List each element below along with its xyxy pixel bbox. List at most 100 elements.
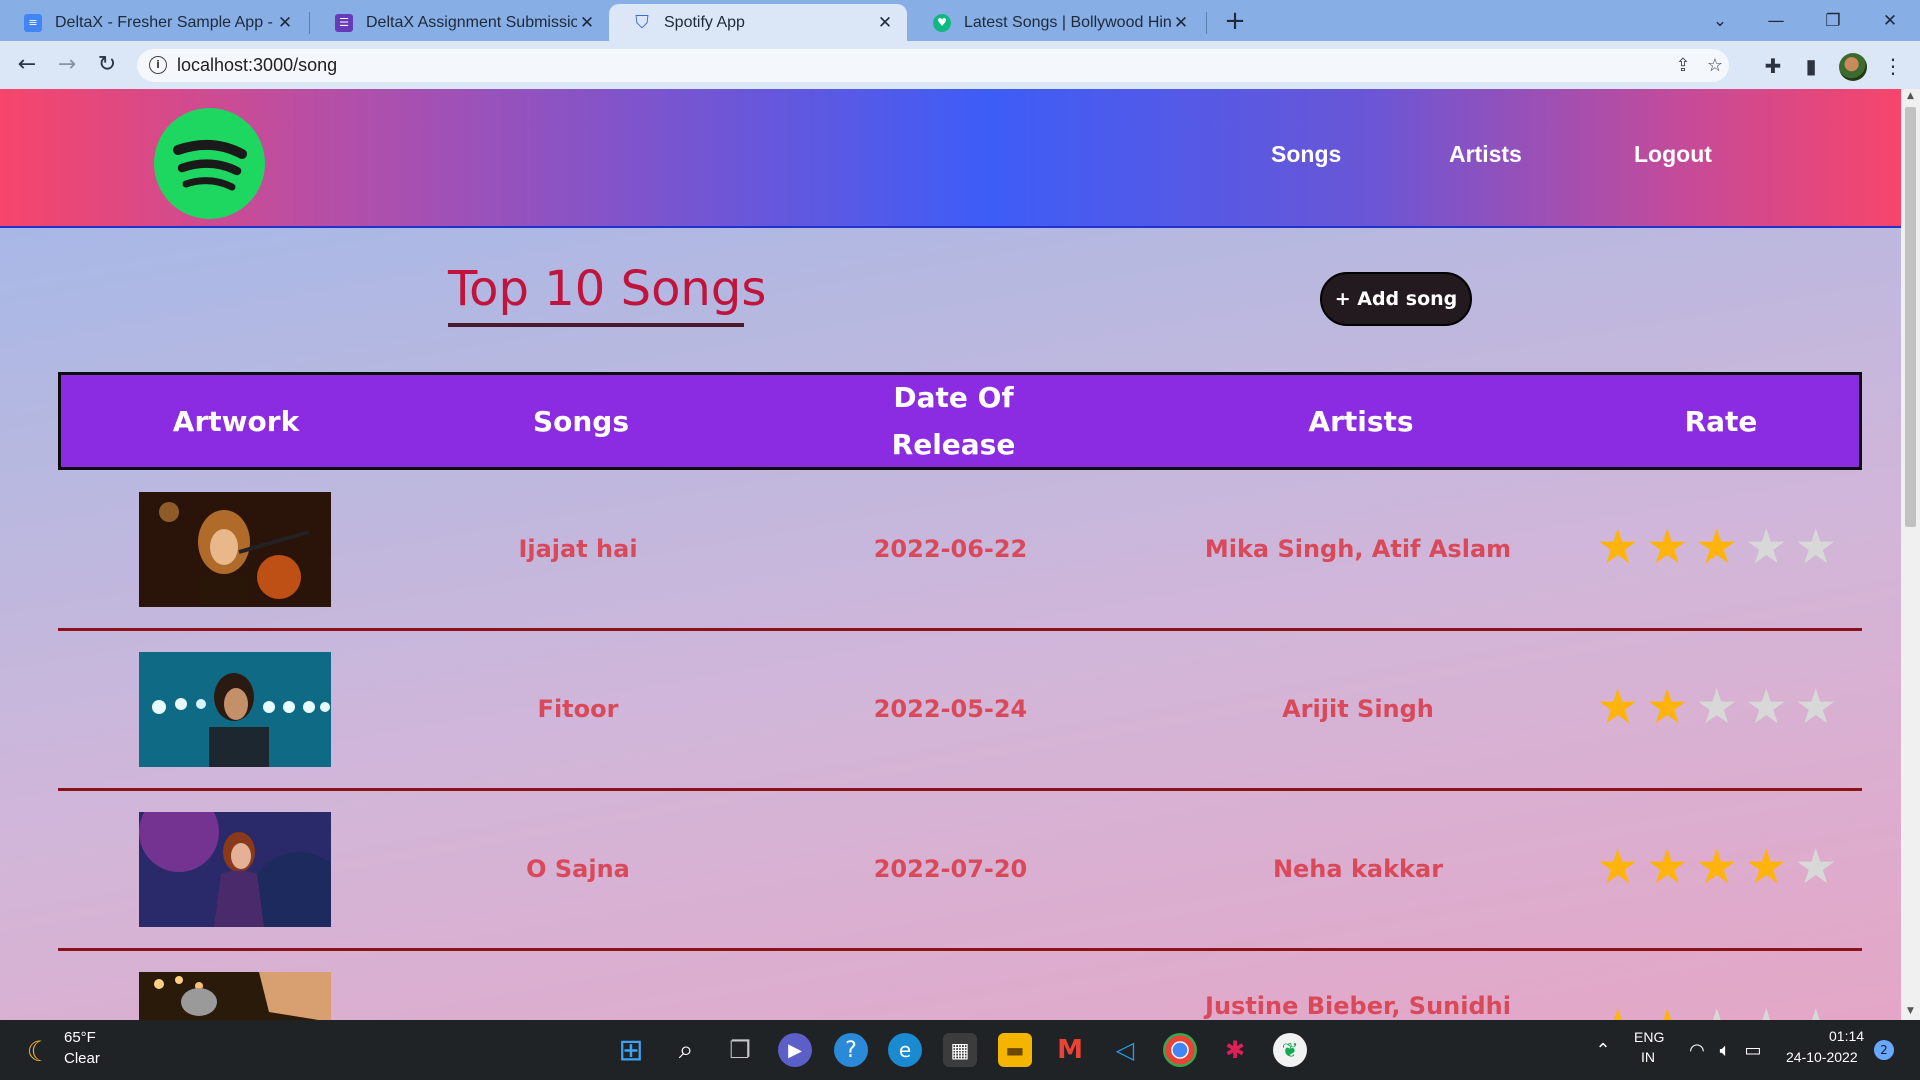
star-filled-icon[interactable]: ★ xyxy=(1643,682,1693,732)
row-divider xyxy=(58,948,1862,951)
slack-icon[interactable]: ✱ xyxy=(1218,1033,1252,1067)
scroll-up-arrow-icon[interactable]: ▲ xyxy=(1905,91,1916,101)
close-tab-icon[interactable]: ✕ xyxy=(275,13,295,33)
chrome-icon[interactable] xyxy=(1163,1033,1197,1067)
show-hidden-icons-chevron-icon[interactable]: ⌃ xyxy=(1586,1033,1620,1067)
mongodb-compass-icon[interactable]: ❦ xyxy=(1273,1033,1307,1067)
site-header: Songs Artists Logout xyxy=(0,89,1901,228)
tab-title: DeltaX Assignment Submission - xyxy=(366,13,577,31)
star-empty-icon[interactable]: ★ xyxy=(1791,1002,1841,1020)
add-song-button[interactable]: + Add song xyxy=(1320,272,1472,326)
forward-arrow-icon[interactable]: → xyxy=(51,49,83,81)
restore-icon[interactable]: ❐ xyxy=(1813,6,1853,36)
star-empty-icon[interactable]: ★ xyxy=(1742,522,1792,572)
share-icon[interactable]: ⇪ xyxy=(1671,55,1695,77)
region-code[interactable]: IN xyxy=(1641,1049,1655,1065)
file-explorer-icon[interactable]: ▬ xyxy=(998,1033,1032,1067)
new-tab-icon[interactable]: + xyxy=(1222,6,1248,36)
tab-search-chevron-icon[interactable]: ⌄ xyxy=(1700,6,1740,36)
language-code[interactable]: ENG xyxy=(1634,1029,1664,1045)
side-panel-icon[interactable]: ▮ xyxy=(1798,53,1824,79)
back-arrow-icon[interactable]: ← xyxy=(11,49,43,81)
nav-songs-link[interactable]: Songs xyxy=(1271,141,1341,168)
notification-badge[interactable]: 2 xyxy=(1874,1040,1894,1060)
star-filled-icon[interactable]: ★ xyxy=(1643,522,1693,572)
windows-taskbar: ☾ 65°F Clear ⊞ ⌕ ❐ ▶ ? e ▦ ▬ M ◁ ✱ ❦ ⌃ E… xyxy=(0,1020,1920,1080)
nav-logout-link[interactable]: Logout xyxy=(1634,141,1712,168)
docs-icon: ≡ xyxy=(24,13,42,32)
tab-latest-songs[interactable]: ♥ Latest Songs | Bollywood Hindi T ✕ xyxy=(909,4,1203,41)
extensions-puzzle-icon[interactable]: ✚ xyxy=(1760,53,1786,79)
page-scrollbar[interactable]: ▲ ▼ xyxy=(1901,89,1920,1020)
weather-condition[interactable]: Clear xyxy=(64,1050,100,1067)
close-tab-icon[interactable]: ✕ xyxy=(875,13,895,33)
star-filled-icon[interactable]: ★ xyxy=(1593,842,1643,892)
spotify-logo-icon[interactable] xyxy=(154,108,265,219)
help-icon[interactable]: ? xyxy=(834,1033,868,1067)
minimize-icon[interactable]: — xyxy=(1756,6,1796,36)
scroll-down-arrow-icon[interactable]: ▼ xyxy=(1905,1006,1916,1016)
reload-icon[interactable]: ↻ xyxy=(91,49,123,81)
artist-names: Neha kakkar xyxy=(1272,855,1444,883)
nav-artists-link[interactable]: Artists xyxy=(1449,141,1522,168)
star-filled-icon[interactable]: ★ xyxy=(1692,522,1742,572)
site-info-icon[interactable]: i xyxy=(149,56,167,74)
star-empty-icon[interactable]: ★ xyxy=(1791,682,1841,732)
profile-avatar[interactable] xyxy=(1839,53,1867,81)
bookmark-star-icon[interactable]: ☆ xyxy=(1703,55,1727,77)
teams-chat-icon[interactable]: ▶ xyxy=(778,1033,812,1067)
release-date: 2022-05-24 xyxy=(873,695,1028,723)
star-empty-icon[interactable]: ★ xyxy=(1692,1002,1742,1020)
star-filled-icon[interactable]: ★ xyxy=(1593,682,1643,732)
tab-deltax-assignment[interactable]: ☰ DeltaX Assignment Submission - ✕ xyxy=(311,4,609,41)
table-header: Artwork Songs Date Of Release Artists Ra… xyxy=(58,372,1862,470)
battery-icon[interactable]: ▭ xyxy=(1736,1033,1770,1067)
release-date: 2022-07-20 xyxy=(873,855,1028,883)
react-shield-icon: ⛉ xyxy=(635,12,649,33)
address-toolbar: ← → ↻ i localhost:3000/song ⇪ ☆ ✚ ▮ ⋮ xyxy=(0,41,1920,89)
search-icon[interactable]: ⌕ xyxy=(669,1033,703,1067)
title-underline xyxy=(448,323,744,327)
star-filled-icon[interactable]: ★ xyxy=(1692,842,1742,892)
close-tab-icon[interactable]: ✕ xyxy=(577,13,597,33)
spotify-app-page: Songs Artists Logout Top 10 Songs + Add … xyxy=(0,89,1901,1020)
tab-deltax-sample-app[interactable]: ≡ DeltaX - Fresher Sample App - Sp ✕ xyxy=(0,4,307,41)
weather-moon-icon[interactable]: ☾ xyxy=(22,1034,56,1068)
tab-title: Latest Songs | Bollywood Hindi T xyxy=(964,13,1171,31)
weather-temperature[interactable]: 65°F xyxy=(64,1029,96,1046)
scrollbar-thumb[interactable] xyxy=(1905,107,1916,527)
clock-date[interactable]: 24-10-2022 xyxy=(1786,1049,1858,1065)
star-empty-icon[interactable]: ★ xyxy=(1742,1002,1792,1020)
vscode-icon[interactable]: ◁ xyxy=(1108,1033,1142,1067)
close-tab-icon[interactable]: ✕ xyxy=(1171,13,1191,33)
tab-spotify-app[interactable]: ⛉ Spotify App ✕ xyxy=(609,4,907,41)
column-header-artwork: Artwork xyxy=(172,404,300,438)
url-text[interactable]: localhost:3000/song xyxy=(177,55,337,76)
star-empty-icon[interactable]: ★ xyxy=(1692,682,1742,732)
windows-start-icon[interactable]: ⊞ xyxy=(614,1033,648,1068)
star-rating[interactable]: ★ ★ ★ ★ ★ xyxy=(1593,682,1843,732)
gmail-icon[interactable]: M xyxy=(1053,1033,1087,1067)
star-empty-icon[interactable]: ★ xyxy=(1742,682,1792,732)
star-rating[interactable]: ★ ★ ★ ★ ★ xyxy=(1593,842,1843,892)
artwork-image xyxy=(139,492,331,607)
artist-names: Justine Bieber, Sunidhi xyxy=(1205,992,1511,1020)
star-filled-icon[interactable]: ★ xyxy=(1643,842,1693,892)
star-rating[interactable]: ★ ★ ★ ★ ★ xyxy=(1593,522,1843,572)
task-view-icon[interactable]: ❐ xyxy=(723,1033,757,1067)
star-filled-icon[interactable]: ★ xyxy=(1742,842,1792,892)
url-bar[interactable]: i localhost:3000/song ⇪ ☆ xyxy=(137,49,1729,82)
microsoft-store-icon[interactable]: ▦ xyxy=(943,1033,977,1067)
edge-browser-icon[interactable]: e xyxy=(888,1033,922,1067)
browser-menu-icon[interactable]: ⋮ xyxy=(1880,53,1906,79)
song-title: O Sajna xyxy=(526,855,630,883)
star-empty-icon[interactable]: ★ xyxy=(1791,842,1841,892)
star-filled-icon[interactable]: ★ xyxy=(1593,522,1643,572)
clock-time[interactable]: 01:14 xyxy=(1829,1028,1864,1044)
browser-tab-strip: ≡ DeltaX - Fresher Sample App - Sp ✕ ☰ D… xyxy=(0,0,1920,41)
star-rating[interactable]: ★ ★ ★ ★ ★ xyxy=(1593,1002,1843,1020)
close-window-icon[interactable]: ✕ xyxy=(1870,6,1910,36)
star-filled-icon[interactable]: ★ xyxy=(1643,1002,1693,1020)
star-filled-icon[interactable]: ★ xyxy=(1593,1002,1643,1020)
star-empty-icon[interactable]: ★ xyxy=(1791,522,1841,572)
